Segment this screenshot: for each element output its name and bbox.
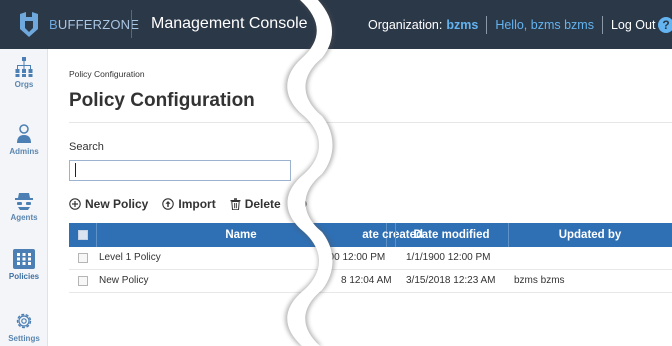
select-all-checkbox[interactable] (78, 230, 88, 240)
page-title: Policy Configuration (69, 90, 255, 111)
sidebar-item-label: Orgs (14, 80, 34, 89)
sidebar-item-agents[interactable]: Agents (0, 192, 48, 242)
admin-user-icon (17, 124, 31, 143)
toolbar: New Policy Import Delete (69, 197, 325, 211)
delete-label: Delete (244, 197, 281, 211)
sidebar-item-label: Policies (8, 272, 40, 281)
organization-value[interactable]: bzms (446, 18, 478, 32)
sidebar-item-label: Settings (8, 334, 40, 343)
import-icon (162, 198, 175, 210)
delete-button[interactable]: Delete (230, 197, 281, 211)
header-user-area: Organization: bzms Hello, bzms bzms Log … (368, 16, 655, 34)
header-divider (131, 10, 132, 38)
breadcrumb[interactable]: Policy Configuration (69, 69, 145, 79)
text-caret (75, 163, 76, 177)
title-divider (69, 122, 672, 123)
sidebar-item-settings[interactable]: Settings (0, 311, 48, 346)
org-chart-icon (15, 57, 33, 77)
cell-date-created: 8 12:04 AM (341, 275, 392, 286)
sidebar-item-admins[interactable]: Admins (0, 124, 48, 174)
copy-icon (295, 198, 307, 210)
sidebar-item-label: Agents (10, 213, 38, 222)
row-checkbox[interactable] (78, 253, 88, 263)
console-title: Management Console (151, 15, 308, 32)
cell-date-modified: 3/15/2018 12:23 AM (406, 275, 496, 286)
bufferzone-logo-icon[interactable] (18, 12, 40, 37)
header-separator (601, 16, 603, 34)
copy-button[interactable] (295, 198, 311, 210)
table-row[interactable]: Level 1 Policy 900 12:00 PM 1/1/1900 12:… (69, 247, 672, 270)
search-input[interactable] (69, 160, 291, 181)
plus-circle-icon (69, 198, 81, 210)
search-label: Search (69, 141, 104, 153)
column-header-date-modified[interactable]: Date modified (395, 223, 508, 247)
gear-icon (16, 313, 32, 329)
import-label: Import (178, 197, 216, 211)
agent-spy-icon (15, 193, 33, 210)
row-checkbox[interactable] (78, 276, 88, 286)
help-icon[interactable]: ? (658, 17, 672, 33)
cell-date-modified: 1/1/1900 12:00 PM (406, 252, 491, 263)
top-bar: BUFFERZONE Management Console Organizati… (0, 0, 672, 49)
brand-name: BUFFERZONE (49, 17, 140, 32)
cell-updated-by: bzms bzms (514, 275, 565, 286)
column-header-updated-by[interactable]: Updated by (508, 223, 672, 247)
sidebar-item-orgs[interactable]: Orgs (0, 57, 48, 107)
cell-date-created: 900 12:00 PM (323, 252, 386, 263)
logout-link[interactable]: Log Out (611, 18, 655, 32)
new-policy-button[interactable]: New Policy (69, 197, 148, 211)
cell-name: Level 1 Policy (99, 252, 161, 263)
table-header: Name ate created Date modified Updated b… (69, 223, 672, 247)
sidebar-item-policies[interactable]: Policies (0, 249, 48, 299)
sidebar: Orgs Admins Agents Policies Settings (0, 49, 48, 346)
table-row[interactable]: New Policy 8 12:04 AM 3/15/2018 12:23 AM… (69, 270, 672, 293)
cell-name: New Policy (99, 275, 149, 286)
import-button[interactable]: Import (162, 197, 216, 211)
trash-icon (230, 198, 241, 210)
header-separator (486, 16, 488, 34)
new-policy-label: New Policy (85, 197, 149, 211)
sidebar-item-label: Admins (9, 147, 39, 156)
policies-grid-icon (13, 249, 35, 269)
user-greeting[interactable]: Hello, bzms bzms (495, 18, 594, 32)
organization-label: Organization: (368, 18, 443, 32)
